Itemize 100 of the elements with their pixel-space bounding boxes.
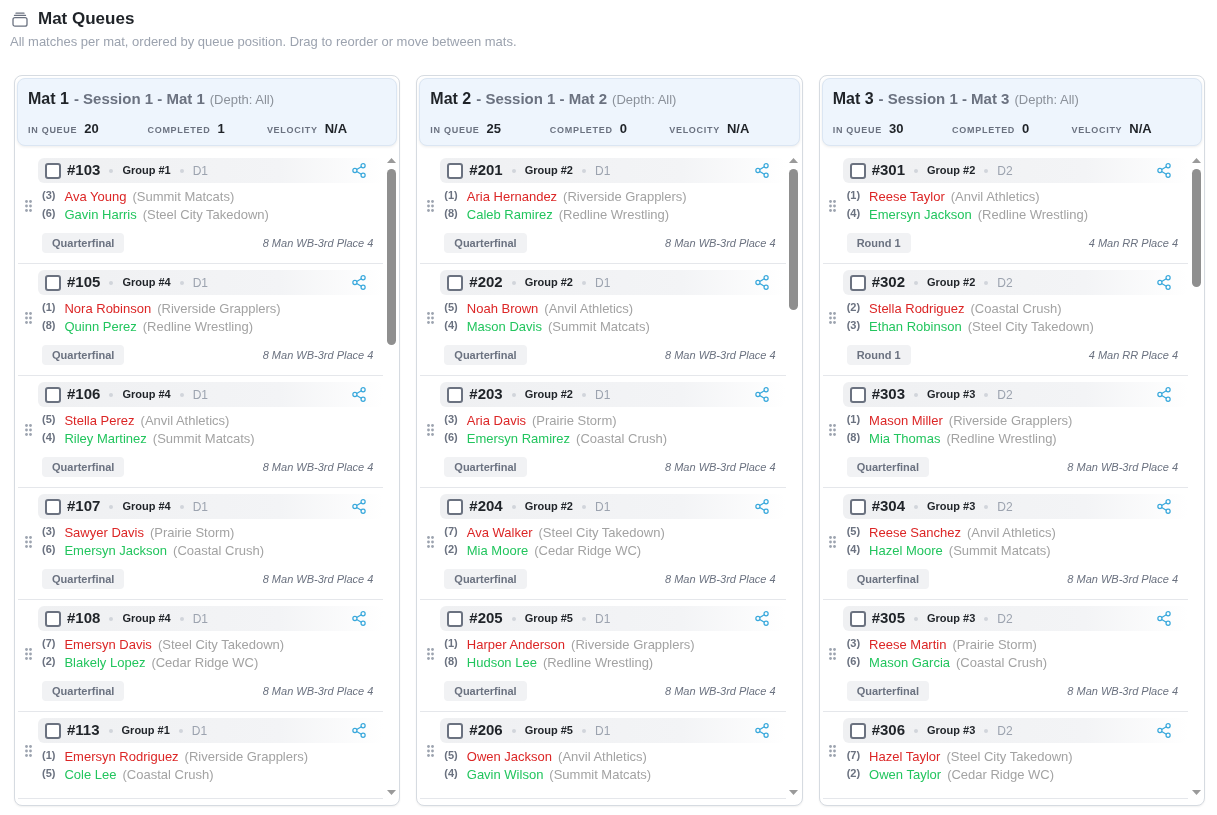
share-icon[interactable] xyxy=(1157,499,1171,514)
share-icon[interactable] xyxy=(754,611,769,626)
checkbox[interactable] xyxy=(849,386,866,403)
share-icon[interactable] xyxy=(1157,611,1171,626)
division-label: D1 xyxy=(191,722,208,740)
wrestler-name: Nora Robinson xyxy=(64,300,152,318)
division-label: D1 xyxy=(595,162,611,180)
checkbox[interactable] xyxy=(45,274,61,291)
scroll-up-icon[interactable] xyxy=(789,158,799,163)
share-icon[interactable] xyxy=(352,275,367,290)
team-name: (Coastal Crush) xyxy=(576,430,668,448)
round-tag: Quarterfinal xyxy=(846,457,929,477)
share-icon[interactable] xyxy=(352,163,367,178)
share-icon[interactable] xyxy=(1157,275,1171,290)
division-label: D2 xyxy=(997,386,1013,404)
round-tag: Round 1 xyxy=(846,233,911,253)
checkbox[interactable] xyxy=(447,386,464,403)
team-name: (Riverside Grapplers) xyxy=(571,636,695,654)
drag-handle-icon[interactable] xyxy=(24,745,32,757)
team-name: (Riverside Grapplers) xyxy=(948,412,1073,430)
team-name: (Riverside Grapplers) xyxy=(563,188,687,206)
checkbox[interactable] xyxy=(447,274,464,291)
checkbox[interactable] xyxy=(45,610,61,627)
drag-handle-icon[interactable] xyxy=(426,311,434,324)
checkbox[interactable] xyxy=(447,162,464,179)
checkbox[interactable] xyxy=(447,722,464,739)
drag-handle-icon[interactable] xyxy=(829,535,837,548)
scroll-up-icon[interactable] xyxy=(386,158,396,163)
checkbox[interactable] xyxy=(849,162,866,179)
checkbox[interactable] xyxy=(45,162,61,179)
scrollbar-thumb[interactable] xyxy=(386,169,396,346)
scroll-down-icon[interactable] xyxy=(386,790,396,795)
share-icon[interactable] xyxy=(754,499,769,514)
seed-number: (4) xyxy=(444,766,458,780)
share-icon[interactable] xyxy=(352,387,367,402)
checkbox[interactable] xyxy=(849,610,866,627)
drag-handle-icon[interactable] xyxy=(426,423,434,436)
seed-number: (8) xyxy=(846,430,861,444)
scroll-up-icon[interactable] xyxy=(1191,158,1201,163)
share-icon[interactable] xyxy=(352,611,367,626)
depth-label: (Depth: All) xyxy=(612,91,677,109)
drag-handle-icon[interactable] xyxy=(426,535,434,548)
drag-handle-icon[interactable] xyxy=(829,311,837,324)
team-name: (Steel City Takedown) xyxy=(946,748,1073,766)
share-icon[interactable] xyxy=(754,163,769,178)
drag-handle-icon[interactable] xyxy=(829,647,837,660)
share-icon[interactable] xyxy=(352,499,367,514)
group-label: Group #4 xyxy=(122,387,171,403)
share-icon[interactable] xyxy=(1157,163,1171,178)
drag-handle-icon[interactable] xyxy=(24,647,32,660)
bracket-label: 4 Man RR Place 4 xyxy=(1088,235,1178,251)
division-label: D1 xyxy=(192,610,208,628)
share-icon[interactable] xyxy=(352,723,367,738)
checkbox[interactable] xyxy=(849,722,866,739)
scroll-down-icon[interactable] xyxy=(1191,790,1201,795)
drag-handle-icon[interactable] xyxy=(24,535,32,548)
drag-handle-icon[interactable] xyxy=(426,745,434,757)
round-tag: Quarterfinal xyxy=(444,569,527,589)
drag-handle-icon[interactable] xyxy=(24,423,32,436)
seed-number: (3) xyxy=(846,636,861,650)
bracket-label: 8 Man WB-3rd Place 4 xyxy=(262,683,374,699)
share-icon[interactable] xyxy=(754,275,769,290)
mat-name: Mat 3 xyxy=(832,89,874,109)
drag-handle-icon[interactable] xyxy=(24,199,32,212)
drag-handle-icon[interactable] xyxy=(426,199,434,212)
checkbox[interactable] xyxy=(849,498,866,515)
share-icon[interactable] xyxy=(1157,387,1171,402)
stat-label: IN QUEUE xyxy=(28,124,78,137)
match-number: #301 xyxy=(871,160,906,181)
share-icon[interactable] xyxy=(1157,723,1171,738)
checkbox[interactable] xyxy=(447,610,464,627)
checkbox[interactable] xyxy=(45,722,61,739)
mat-name: Mat 2 xyxy=(430,89,472,109)
scrollbar-thumb[interactable] xyxy=(1191,169,1201,287)
drag-handle-icon[interactable] xyxy=(829,745,837,757)
scroll-down-icon[interactable] xyxy=(789,790,799,795)
wrestler-name: Riley Martinez xyxy=(64,430,147,448)
team-name: (Coastal Crush) xyxy=(173,542,265,560)
wrestler-name: Emersyn Jackson xyxy=(869,206,972,224)
drag-handle-icon[interactable] xyxy=(829,199,837,212)
stat-value: N/A xyxy=(726,121,750,137)
wrestler-name: Caleb Ramirez xyxy=(466,206,553,224)
wrestler-name: Mason Garcia xyxy=(869,654,951,672)
bracket-label: 8 Man WB-3rd Place 4 xyxy=(262,347,374,363)
stat-label: VELOCITY xyxy=(669,124,720,137)
checkbox[interactable] xyxy=(849,274,866,291)
round-tag: Quarterfinal xyxy=(444,233,527,253)
drag-handle-icon[interactable] xyxy=(426,647,434,660)
checkbox[interactable] xyxy=(447,498,464,515)
drag-handle-icon[interactable] xyxy=(829,423,837,436)
share-icon[interactable] xyxy=(754,723,769,738)
scrollbar-thumb[interactable] xyxy=(789,169,799,311)
share-icon[interactable] xyxy=(754,387,769,402)
seed-number: (3) xyxy=(846,318,861,332)
wrestler-name: Emersyn Jackson xyxy=(64,542,168,560)
drag-handle-icon[interactable] xyxy=(24,311,32,324)
checkbox[interactable] xyxy=(45,386,61,403)
division-label: D2 xyxy=(997,162,1013,180)
wrestler-name: Owen Taylor xyxy=(869,766,942,784)
checkbox[interactable] xyxy=(45,498,61,515)
